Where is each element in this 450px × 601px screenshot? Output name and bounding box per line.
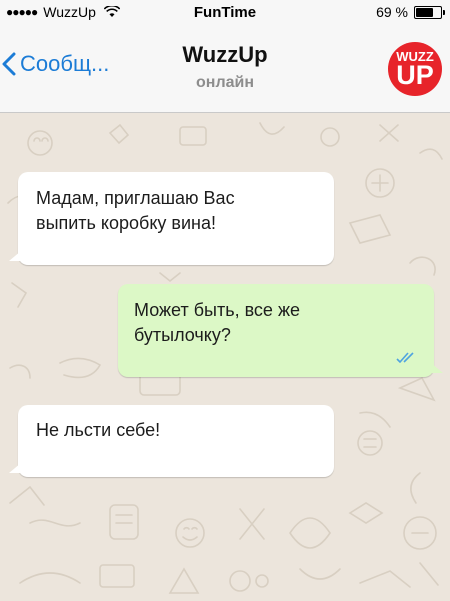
contact-name: WuzzUp xyxy=(182,42,268,67)
message-incoming[interactable]: Не льсти себе! xyxy=(9,405,334,477)
chat-area[interactable]: Мадам, приглашаю Вас выпить коробку вина… xyxy=(0,113,450,601)
bubble-tail xyxy=(9,251,21,261)
contact-status: онлайн xyxy=(196,74,254,91)
message-line: Мадам, приглашаю Вас xyxy=(36,188,235,208)
message-text: Может быть, все же бутылочку? xyxy=(134,298,300,348)
status-right: 69 % xyxy=(376,4,445,20)
message-incoming[interactable]: Мадам, приглашаю Вас выпить коробку вина… xyxy=(9,172,334,265)
message-line: выпить коробку вина! xyxy=(36,213,216,233)
logo-text-bottom: UP xyxy=(396,60,434,90)
message-line: Может быть, все же xyxy=(134,300,300,320)
bubble-tail xyxy=(9,463,21,473)
message-text: Не льсти себе! xyxy=(36,418,160,443)
battery-percent: 69 % xyxy=(376,4,408,20)
contact-avatar[interactable]: WUZZ UP xyxy=(388,42,442,96)
message-text: Мадам, приглашаю Вас выпить коробку вина… xyxy=(36,186,235,236)
read-receipt-icon xyxy=(396,352,414,363)
bubble-tail xyxy=(431,363,443,373)
battery-icon xyxy=(414,5,445,19)
message-outgoing[interactable]: Может быть, все же бутылочку? xyxy=(118,284,443,377)
status-bar: ●●●●● WuzzUp FunTime 69 % xyxy=(0,0,450,24)
contact-info[interactable]: WuzzUp онлайн xyxy=(0,42,450,92)
chat-header: Сообщ... WuzzUp онлайн WUZZ UP xyxy=(0,24,450,113)
message-line: бутылочку? xyxy=(134,325,231,345)
battery-fill xyxy=(416,7,433,17)
message-line: Не льсти себе! xyxy=(36,420,161,440)
